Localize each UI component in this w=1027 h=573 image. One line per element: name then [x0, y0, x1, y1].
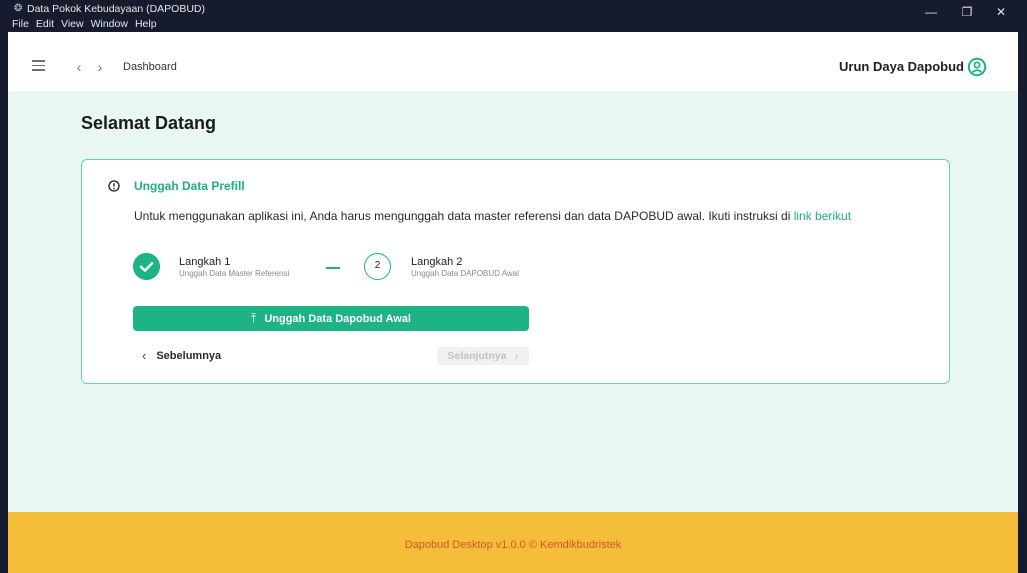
app-logo-icon: ❂ — [14, 3, 23, 14]
minimize-button[interactable]: — — [916, 4, 946, 20]
user-label[interactable]: Urun Daya Dapobud — [839, 59, 964, 74]
close-button[interactable]: ✕ — [986, 4, 1016, 20]
upload-dapobud-button[interactable]: ⤒ Unggah Data Dapobud Awal — [133, 306, 529, 331]
upload-card: Unggah Data Prefill Untuk menggunakan ap… — [81, 159, 950, 384]
app-header: ‹ › Dashboard Urun Daya Dapobud — [8, 45, 1018, 91]
upload-button-label: Unggah Data Dapobud Awal — [264, 312, 411, 325]
instruction-link[interactable]: link berikut — [794, 209, 851, 223]
chevron-left-icon: ‹ — [142, 348, 147, 363]
footer: Dapobud Desktop v1.0.0 © Kemdikbudristek — [8, 512, 1018, 573]
close-icon: ✕ — [995, 5, 1007, 19]
breadcrumb[interactable]: Dashboard — [123, 61, 177, 73]
step-2-label: Langkah 2 — [411, 256, 463, 268]
step-2-subtitle: Unggah Data DAPOBUD Awal — [411, 269, 519, 278]
chevron-left-icon: ‹ — [76, 59, 82, 75]
page-title: Selamat Datang — [81, 113, 217, 133]
step-1-subtitle: Unggah Data Master Referensi — [179, 269, 290, 278]
next-button[interactable]: Selanjutnya › — [437, 347, 529, 365]
main-content: Selamat Datang Unggah Data Prefill Untuk… — [8, 91, 1018, 512]
menu-help[interactable]: Help — [135, 18, 157, 30]
card-description: Untuk menggunakan aplikasi ini, Anda har… — [134, 209, 851, 223]
next-button-label: Selanjutnya — [447, 350, 507, 362]
step-1-check-icon — [133, 253, 160, 280]
upload-icon: ⤒ — [251, 311, 257, 325]
back-button[interactable]: ‹ — [69, 57, 89, 77]
step-1-label: Langkah 1 — [179, 256, 231, 268]
hamburger-icon[interactable] — [32, 60, 45, 71]
restore-icon: ❐ — [961, 5, 973, 19]
previous-button-label: Sebelumnya — [156, 349, 222, 362]
menu-view[interactable]: View — [61, 18, 84, 30]
forward-button[interactable]: › — [90, 57, 110, 77]
chevron-right-icon: › — [97, 59, 103, 75]
restore-button[interactable]: ❐ — [952, 4, 982, 20]
menu-file[interactable]: File — [12, 18, 29, 30]
previous-button[interactable]: ‹ Sebelumnya — [142, 348, 221, 363]
card-title: Unggah Data Prefill — [134, 179, 245, 193]
user-circle-icon[interactable] — [967, 57, 987, 77]
window-title: Data Pokok Kebudayaan (DAPOBUD) — [27, 3, 206, 15]
step-separator — [326, 267, 340, 269]
menu-bar: File Edit View Window Help — [12, 18, 157, 30]
chevron-right-icon: › — [514, 349, 519, 363]
menu-window[interactable]: Window — [91, 18, 128, 30]
app-window: ❂ Data Pokok Kebudayaan (DAPOBUD) File E… — [0, 0, 1027, 573]
minimize-icon: — — [925, 5, 937, 19]
window-titlebar: ❂ Data Pokok Kebudayaan (DAPOBUD) File E… — [8, 0, 1018, 32]
footer-text: Dapobud Desktop v1.0.0 © Kemdikbudristek — [404, 539, 622, 551]
step-2-number: 2 — [364, 253, 391, 280]
info-icon — [108, 180, 120, 192]
description-text: Untuk menggunakan aplikasi ini, Anda har… — [134, 209, 794, 223]
menu-edit[interactable]: Edit — [36, 18, 54, 30]
